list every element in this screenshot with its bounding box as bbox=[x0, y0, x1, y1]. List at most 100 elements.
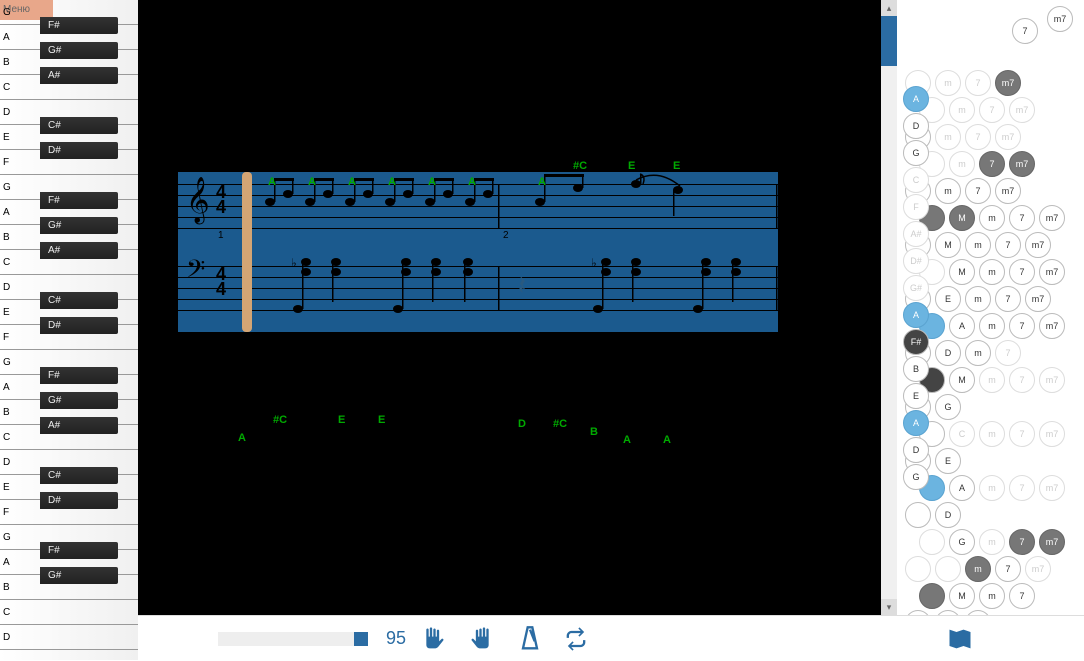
chord-root-button[interactable]: G bbox=[903, 464, 929, 490]
chord-root-button[interactable]: A bbox=[903, 86, 929, 112]
chord-button[interactable] bbox=[905, 556, 931, 582]
score-selection[interactable]: 𝄞 44 1 2 bbox=[178, 172, 778, 332]
chord-button[interactable]: 7 bbox=[1009, 583, 1035, 609]
chord-button[interactable]: 7 bbox=[1009, 475, 1035, 501]
white-key[interactable]: D bbox=[0, 625, 138, 650]
chord-button[interactable]: m bbox=[965, 340, 991, 366]
chord-root-button[interactable]: B bbox=[903, 356, 929, 382]
black-key[interactable]: G# bbox=[40, 567, 118, 584]
black-key[interactable]: A# bbox=[40, 67, 118, 84]
chord-button[interactable]: D bbox=[935, 340, 961, 366]
chord-button[interactable]: M bbox=[949, 367, 975, 393]
black-key[interactable]: C# bbox=[40, 467, 118, 484]
black-key[interactable]: A# bbox=[40, 417, 118, 434]
black-key[interactable]: D# bbox=[40, 492, 118, 509]
chord-button[interactable]: m7 bbox=[1009, 97, 1035, 123]
scroll-down-icon[interactable]: ▾ bbox=[881, 599, 897, 615]
chord-button[interactable]: m7 bbox=[1039, 421, 1065, 447]
chord-root-button[interactable]: D bbox=[903, 113, 929, 139]
chord-root-button[interactable]: F bbox=[903, 194, 929, 220]
chord-root-button[interactable]: C bbox=[903, 167, 929, 193]
chord-button[interactable]: m7 bbox=[1039, 367, 1065, 393]
chord-button[interactable]: m7 bbox=[995, 124, 1021, 150]
chord-button[interactable]: A bbox=[949, 313, 975, 339]
chord-button[interactable]: m bbox=[979, 421, 1005, 447]
chord-button[interactable]: m bbox=[965, 232, 991, 258]
black-key[interactable]: G# bbox=[40, 392, 118, 409]
chord-button[interactable]: m bbox=[979, 367, 1005, 393]
chord-button[interactable]: C bbox=[949, 421, 975, 447]
chord-button[interactable]: D bbox=[935, 502, 961, 528]
chord-button[interactable]: 7 bbox=[965, 178, 991, 204]
chord-button[interactable]: M bbox=[949, 205, 975, 231]
black-key[interactable]: G# bbox=[40, 217, 118, 234]
chord-root-button[interactable]: D# bbox=[903, 248, 929, 274]
chord-button[interactable]: m bbox=[965, 556, 991, 582]
chord-button[interactable]: 7 bbox=[1009, 205, 1035, 231]
black-key[interactable]: A# bbox=[40, 242, 118, 259]
right-hand-icon[interactable] bbox=[470, 625, 498, 653]
chord-root-button[interactable]: A bbox=[903, 302, 929, 328]
chord-button[interactable] bbox=[919, 583, 945, 609]
chord-button[interactable]: m bbox=[935, 124, 961, 150]
chord-root-button[interactable]: E bbox=[903, 383, 929, 409]
chord-button[interactable]: m bbox=[979, 259, 1005, 285]
chord-button[interactable]: m bbox=[979, 475, 1005, 501]
chord-button[interactable]: m7 bbox=[1039, 475, 1065, 501]
chord-button[interactable]: E bbox=[935, 448, 961, 474]
playback-cursor[interactable] bbox=[242, 172, 252, 332]
chord-root-button[interactable]: A# bbox=[903, 221, 929, 247]
chord-button[interactable]: 7 bbox=[979, 151, 1005, 177]
chord-button[interactable]: m7 bbox=[995, 70, 1021, 96]
chord-button[interactable]: 7 bbox=[979, 97, 1005, 123]
tempo-slider[interactable] bbox=[218, 632, 368, 646]
black-key[interactable]: C# bbox=[40, 292, 118, 309]
metronome-icon[interactable] bbox=[516, 625, 544, 653]
map-icon[interactable] bbox=[946, 625, 974, 653]
chord-button[interactable]: m7 bbox=[1025, 232, 1051, 258]
scroll-up-icon[interactable]: ▴ bbox=[881, 0, 897, 16]
chord-button[interactable]: m7 bbox=[1039, 529, 1065, 555]
chord-button[interactable]: 7 bbox=[995, 556, 1021, 582]
scroll-thumb[interactable] bbox=[881, 16, 897, 66]
chord-button[interactable]: 7 bbox=[1009, 529, 1035, 555]
chord-button[interactable]: M bbox=[949, 583, 975, 609]
white-key[interactable]: C bbox=[0, 600, 138, 625]
vertical-scrollbar[interactable]: ▴ ▾ bbox=[881, 0, 897, 615]
chord-button[interactable] bbox=[935, 556, 961, 582]
black-key[interactable]: F# bbox=[40, 542, 118, 559]
chord-button[interactable]: m bbox=[979, 583, 1005, 609]
black-key[interactable]: F# bbox=[40, 17, 118, 34]
black-key[interactable]: D# bbox=[40, 317, 118, 334]
chord-button[interactable]: 7 bbox=[995, 232, 1021, 258]
chord-button[interactable]: m bbox=[979, 313, 1005, 339]
chord-button[interactable]: m bbox=[949, 151, 975, 177]
chord-button[interactable]: 7 bbox=[1009, 367, 1035, 393]
chord-button[interactable]: M bbox=[935, 232, 961, 258]
black-key[interactable]: G# bbox=[40, 42, 118, 59]
black-key[interactable]: C# bbox=[40, 117, 118, 134]
chord-button[interactable]: m7 bbox=[1009, 151, 1035, 177]
chord-button[interactable]: 7 bbox=[995, 340, 1021, 366]
black-key[interactable]: F# bbox=[40, 367, 118, 384]
chord-button[interactable]: M bbox=[949, 259, 975, 285]
chord-root-button[interactable]: G bbox=[903, 140, 929, 166]
chord-button[interactable]: A bbox=[949, 475, 975, 501]
chord-button[interactable]: m bbox=[965, 286, 991, 312]
chord-button[interactable]: m7 bbox=[1039, 259, 1065, 285]
chord-button[interactable]: m7 bbox=[1039, 205, 1065, 231]
chord-button[interactable]: m bbox=[949, 97, 975, 123]
left-hand-icon[interactable] bbox=[424, 625, 452, 653]
chord-button[interactable]: m bbox=[935, 178, 961, 204]
chord-root-button[interactable]: F# bbox=[903, 329, 929, 355]
chord-button[interactable]: m7 bbox=[995, 178, 1021, 204]
chord-button[interactable]: m7 bbox=[1039, 313, 1065, 339]
chord-button[interactable]: m bbox=[979, 205, 1005, 231]
chord-button[interactable]: m bbox=[979, 529, 1005, 555]
chord-button[interactable]: 7 bbox=[1012, 18, 1038, 44]
chord-button[interactable]: 7 bbox=[995, 286, 1021, 312]
chord-button[interactable] bbox=[905, 502, 931, 528]
chord-button[interactable]: 7 bbox=[1009, 421, 1035, 447]
chord-root-button[interactable]: G# bbox=[903, 275, 929, 301]
chord-button[interactable]: G bbox=[935, 394, 961, 420]
